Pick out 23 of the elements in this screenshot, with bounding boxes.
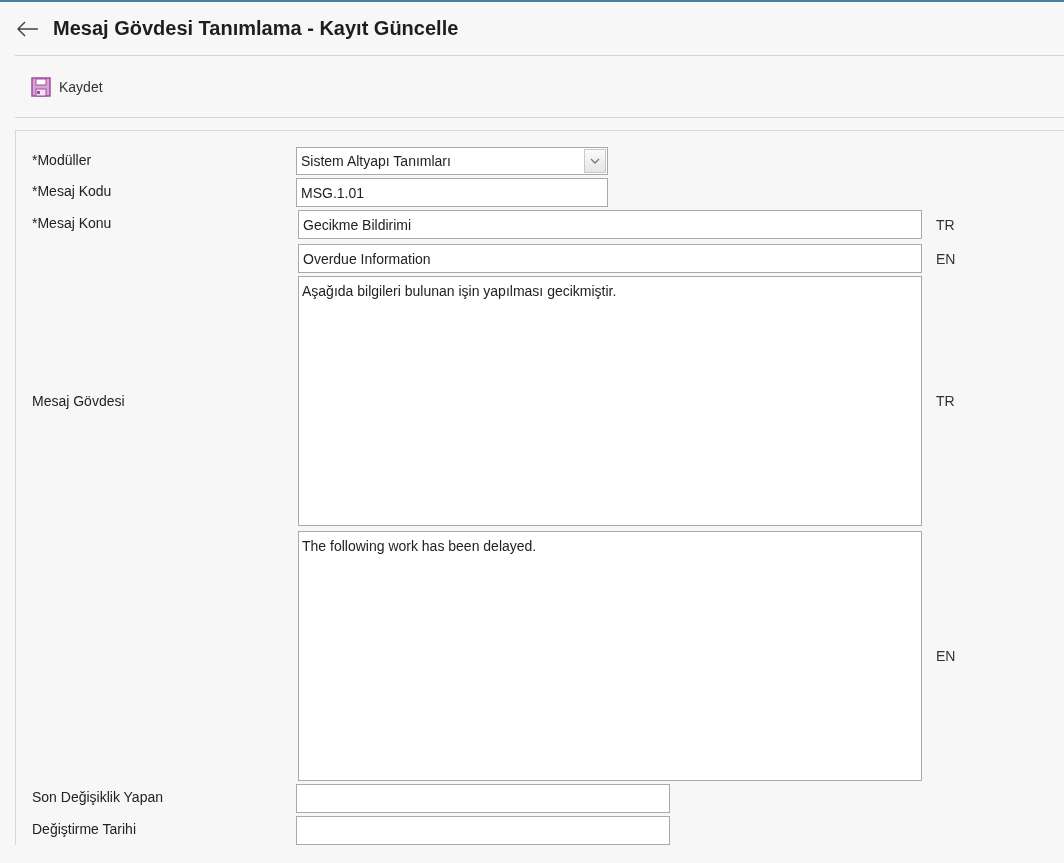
input-field[interactable]: MSG.1.01 bbox=[296, 178, 608, 207]
module-dropdown[interactable]: Sistem Altyapı Tanımları bbox=[296, 147, 608, 175]
field-label: *Modüller bbox=[32, 151, 93, 169]
save-button[interactable]: Kaydet bbox=[31, 76, 103, 97]
back-button[interactable] bbox=[17, 20, 39, 37]
input-field[interactable]: Gecikme Bildirimi bbox=[298, 210, 922, 239]
language-code: EN bbox=[936, 647, 956, 665]
input-field[interactable]: Overdue Information bbox=[298, 244, 922, 273]
input-field[interactable] bbox=[296, 816, 670, 845]
language-code: EN bbox=[936, 249, 956, 268]
field-label: Değiştirme Tarihi bbox=[32, 820, 137, 838]
field-label: Son Değişiklik Yapan bbox=[32, 788, 164, 806]
message-body-field[interactable]: Aşağıda bilgileri bulunan işin yapılması gecikmiştir. bbox=[298, 276, 922, 526]
page-title: Mesaj Gövdesi Tanımlama - Kayıt Güncelle bbox=[53, 17, 459, 40]
chevron-down-icon bbox=[590, 158, 600, 164]
message-body-field[interactable]: The following work has been delayed. bbox=[298, 531, 922, 781]
language-code: TR bbox=[936, 392, 955, 410]
input-field[interactable] bbox=[296, 784, 670, 813]
back-arrow-icon bbox=[17, 20, 39, 37]
language-code: TR bbox=[936, 215, 955, 234]
field-label: *Mesaj Konu bbox=[32, 214, 113, 232]
field-label: Mesaj Gövdesi bbox=[32, 392, 126, 410]
field-label: *Mesaj Kodu bbox=[32, 182, 113, 200]
